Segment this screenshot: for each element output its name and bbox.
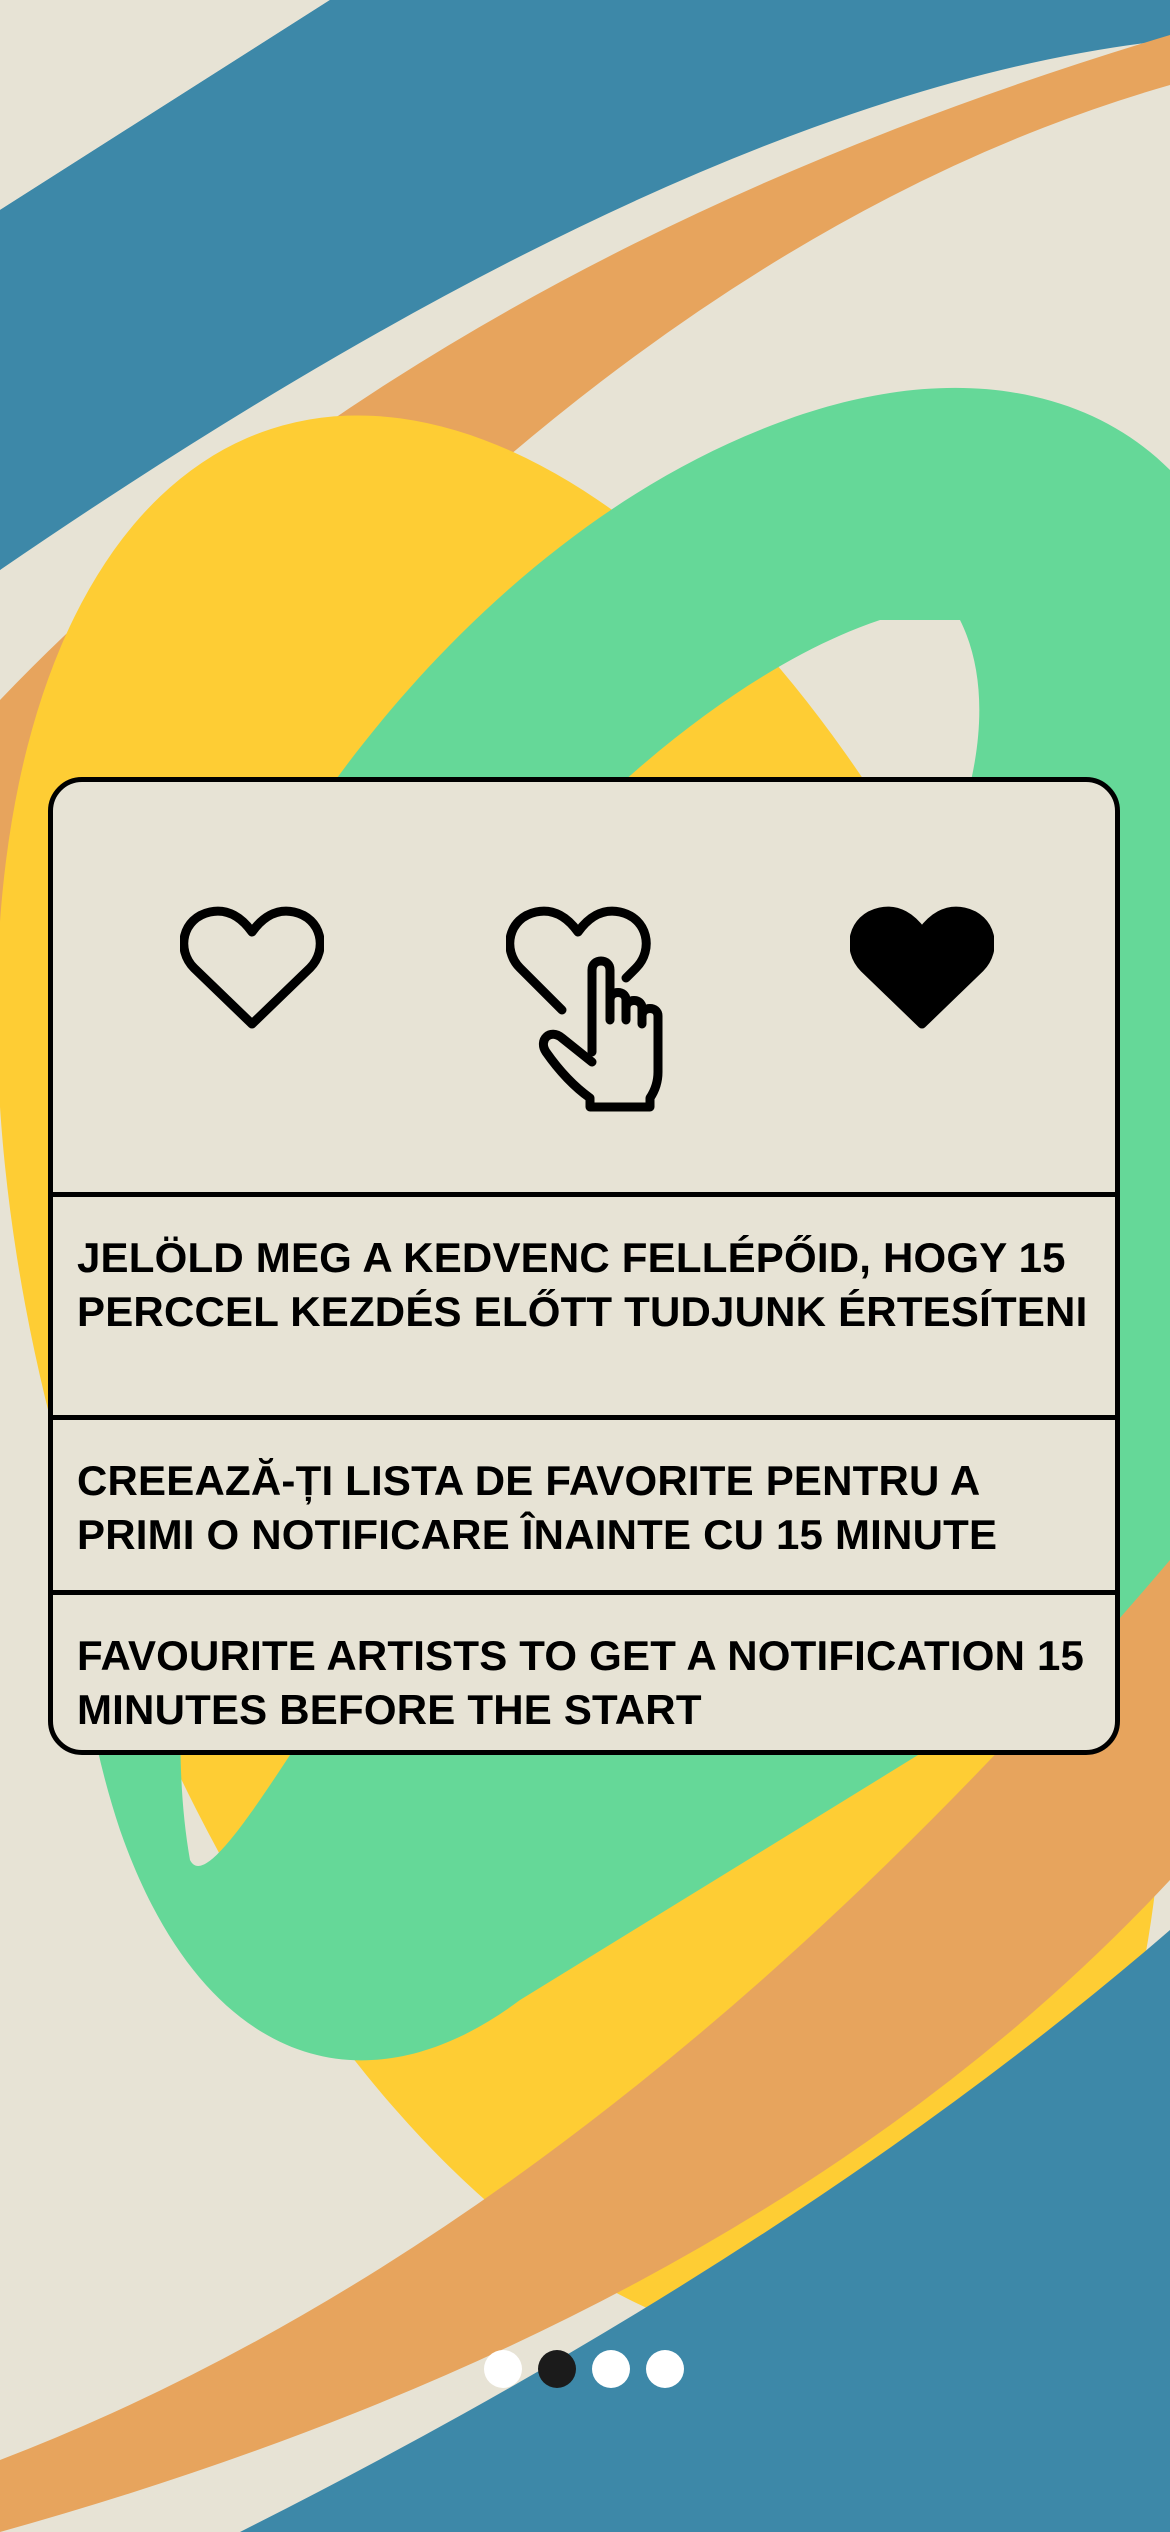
romanian-description: CREEAZĂ-ȚI LISTA DE FAVORITE PENTRU A PR… <box>53 1420 1115 1595</box>
page-dot-1[interactable] <box>484 2350 522 2388</box>
icon-row <box>53 782 1115 1197</box>
feature-card: JELÖLD MEG A KEDVENC FELLÉPŐID, HOGY 15 … <box>48 777 1120 1755</box>
page-dot-3[interactable] <box>592 2350 630 2388</box>
heart-outline-icon <box>180 902 324 1032</box>
english-description: FAVOURITE ARTISTS TO GET A NOTIFICATION … <box>77 1632 1085 1733</box>
heart-tap-icon <box>506 902 676 1112</box>
page-dot-4[interactable] <box>646 2350 684 2388</box>
heart-filled-icon <box>850 902 994 1032</box>
page-dot-2-active[interactable] <box>538 2350 576 2388</box>
hungarian-description: JELÖLD MEG A KEDVENC FELLÉPŐID, HOGY 15 … <box>53 1197 1115 1420</box>
page-indicator[interactable] <box>484 2350 684 2388</box>
